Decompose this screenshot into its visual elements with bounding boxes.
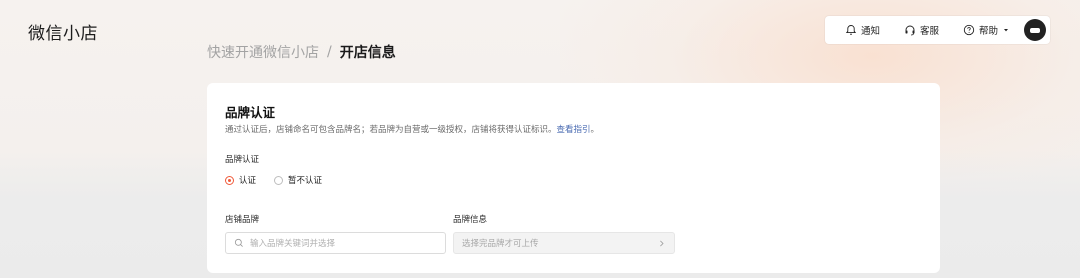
help-icon: [963, 24, 975, 36]
help-label: 帮助: [978, 26, 998, 37]
brand-info-label: 品牌信息: [453, 215, 488, 225]
headset-icon: [905, 25, 915, 36]
breadcrumb: 快速开通微信小店 / 开店信息: [207, 42, 396, 62]
bell-icon: [845, 25, 857, 35]
card-description-text: 通过认证后，店铺命名可包含品牌名；若品牌为自营或一级授权，店铺将获得认证标识。: [225, 125, 557, 135]
brand-auth-radio-group: 认证 暂不认证: [225, 174, 322, 186]
help-button[interactable]: 帮助: [951, 16, 1022, 44]
notify-label: 通知: [860, 26, 880, 37]
brand-info-placeholder: 选择完品牌才可上传: [462, 239, 539, 249]
caret-down-icon: [1004, 29, 1008, 32]
radio-no-auth[interactable]: 暂不认证: [274, 174, 322, 186]
service-button[interactable]: 客服: [892, 16, 951, 44]
store-brand-search-input[interactable]: 输入品牌关键词并选择: [225, 232, 446, 254]
brand-auth-label: 品牌认证: [225, 155, 260, 165]
breadcrumb-parent[interactable]: 快速开通微信小店: [207, 42, 319, 62]
radio-auth-indicator: [225, 175, 234, 185]
store-brand-label: 店铺品牌: [225, 215, 260, 225]
avatar[interactable]: [1024, 19, 1046, 41]
app-logo: 微信小店: [28, 24, 98, 44]
service-label: 客服: [919, 26, 939, 37]
radio-no-auth-label: 暂不认证: [288, 176, 323, 186]
chevron-right-icon: [660, 240, 664, 246]
card-title: 品牌认证: [225, 105, 276, 120]
brand-auth-card: 品牌认证 通过认证后，店铺命名可包含品牌名；若品牌为自营或一级授权，店铺将获得认…: [207, 83, 940, 273]
card-description-end: 。: [590, 125, 600, 135]
notify-button[interactable]: 通知: [833, 16, 892, 44]
view-guide-link[interactable]: 查看指引: [557, 125, 591, 135]
store-brand-placeholder: 输入品牌关键词并选择: [250, 239, 336, 249]
radio-auth-label: 认证: [239, 176, 257, 186]
avatar-mark: [1030, 27, 1040, 33]
top-toolbar: 通知 客服 帮助: [824, 16, 1050, 44]
brand-info-select[interactable]: 选择完品牌才可上传: [453, 232, 675, 254]
radio-auth[interactable]: 认证: [225, 174, 256, 186]
radio-no-auth-indicator: [274, 175, 284, 185]
card-description: 通过认证后，店铺命名可包含品牌名；若品牌为自营或一级授权，店铺将获得认证标识。查…: [225, 123, 599, 135]
breadcrumb-separator: /: [327, 44, 332, 60]
search-icon: [234, 238, 243, 247]
breadcrumb-current: 开店信息: [339, 45, 396, 61]
